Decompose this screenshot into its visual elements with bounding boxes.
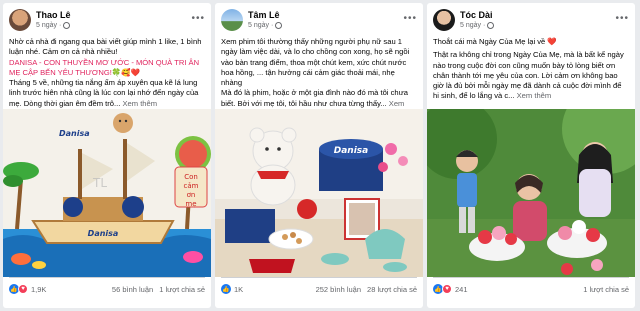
post-text: Thoắt cái mà Ngày Của Mẹ lại về ❤️ Thật …	[427, 37, 635, 109]
news-feed: Thao Lê 5 ngày · ••• Nhờ cả nhà đi ngang…	[0, 0, 640, 311]
photo-family-garden	[427, 109, 635, 277]
engagement-stats: 56 bình luận 1 lượt chia sẻ	[112, 285, 205, 294]
post-text: Xem phim tôi thường thấy những người phụ…	[215, 37, 423, 109]
share-count[interactable]: 1 lượt chia sẻ	[159, 285, 205, 294]
like-count: 1,9K	[31, 284, 47, 294]
svg-text:cảm: cảm	[184, 182, 199, 190]
post-header: Tâm Lê 5 ngày · •••	[215, 3, 423, 37]
post-text-line: Mà đó là phim, hoặc ở một gia đình nào đ…	[221, 88, 417, 109]
post-footer: 👍 ♥ 1,9K 56 bình luận 1 lượt chia sẻ	[9, 277, 205, 300]
svg-text:Con: Con	[184, 173, 198, 181]
post-card: Tóc Dài 5 ngày · ••• Thoắt cái mà Ngày C…	[427, 3, 635, 308]
reaction-summary[interactable]: 👍 ♥ 1,9K	[9, 284, 46, 294]
heart-icon: ♥	[18, 284, 28, 294]
more-icon[interactable]: •••	[191, 13, 205, 24]
post-text-line: Nhờ cả nhà đi ngang qua bài viết giúp mì…	[9, 37, 202, 57]
post-text-line: DANISA - CON THUYỀN MƠ ƯỚC - MÓN QUÀ TRI…	[9, 57, 200, 77]
author-name[interactable]: Tóc Dài	[460, 10, 494, 21]
like-count: 1K	[234, 284, 244, 294]
svg-text:ơn: ơn	[187, 191, 196, 199]
globe-icon	[275, 22, 283, 29]
heart-icon: ♥	[442, 284, 452, 294]
post-footer: 👍 ♥ 241 1 lượt chia sẻ	[433, 277, 629, 300]
post-header: Thao Lê 5 ngày · •••	[3, 3, 211, 37]
post-meta: 5 ngày ·	[248, 21, 283, 30]
like-count: 241	[455, 284, 468, 294]
engagement-stats: 1 lượt chia sẻ	[577, 285, 629, 294]
post-time[interactable]: 5 ngày	[460, 21, 481, 30]
photo-ship-scene: Con cảm ơn mẹ Danisa Danisa TL	[3, 109, 211, 277]
svg-text:TL: TL	[92, 176, 107, 190]
svg-text:Danisa: Danisa	[59, 129, 90, 138]
author-name[interactable]: Tâm Lê	[248, 10, 282, 21]
post-card: Tâm Lê 5 ngày · ••• Xem phim tôi thường …	[215, 3, 423, 308]
svg-text:mẹ: mẹ	[185, 200, 196, 208]
globe-icon	[487, 22, 495, 29]
comment-count[interactable]: 252 bình luận	[316, 285, 361, 294]
see-more-link[interactable]: Xem thêm	[517, 91, 552, 100]
svg-text:Danisa: Danisa	[88, 229, 119, 238]
post-text-line: Thoắt cái mà Ngày Của Mẹ lại về ❤️	[433, 37, 557, 46]
post-text-line: Xem phim tôi thường thấy những người phụ…	[221, 37, 410, 88]
post-card: Thao Lê 5 ngày · ••• Nhờ cả nhà đi ngang…	[3, 3, 211, 308]
more-icon[interactable]: •••	[615, 13, 629, 24]
svg-text:Danisa: Danisa	[334, 146, 368, 156]
post-meta: 5 ngày ·	[460, 21, 495, 30]
avatar[interactable]	[433, 9, 455, 31]
photo-gift-table: Danisa	[215, 109, 423, 277]
post-text: Nhờ cả nhà đi ngang qua bài viết giúp mì…	[3, 37, 211, 109]
avatar[interactable]	[221, 9, 243, 31]
post-photo[interactable]	[427, 109, 635, 277]
share-count[interactable]: 1 lượt chia sẻ	[583, 285, 629, 294]
author-name[interactable]: Thao Lê	[36, 10, 71, 21]
post-photo[interactable]: Con cảm ơn mẹ Danisa Danisa TL	[3, 109, 211, 277]
post-text-line: Tháng 5 về, những tia nắng ấm áp xuyên q…	[9, 78, 199, 108]
post-time[interactable]: 5 ngày	[36, 21, 57, 30]
more-icon[interactable]: •••	[403, 13, 417, 24]
post-photo[interactable]: Danisa	[215, 109, 423, 277]
reaction-summary[interactable]: 👍 ♥ 241	[433, 284, 468, 294]
comment-count[interactable]: 56 bình luận	[112, 285, 153, 294]
post-footer: 👍 1K 252 bình luận 28 lượt chia sẻ	[221, 277, 417, 300]
like-icon: 👍	[221, 284, 231, 294]
share-count[interactable]: 28 lượt chia sẻ	[367, 285, 417, 294]
see-more-link[interactable]: Xem thêm	[122, 99, 157, 108]
globe-icon	[63, 22, 71, 29]
engagement-stats: 252 bình luận 28 lượt chia sẻ	[316, 285, 417, 294]
post-time[interactable]: 5 ngày	[248, 21, 269, 30]
post-header: Tóc Dài 5 ngày · •••	[427, 3, 635, 37]
avatar[interactable]	[9, 9, 31, 31]
post-meta: 5 ngày ·	[36, 21, 71, 30]
post-text-line: Thật ra không chỉ trong Ngày Của Mẹ, mà …	[433, 50, 624, 101]
reaction-summary[interactable]: 👍 1K	[221, 284, 243, 294]
